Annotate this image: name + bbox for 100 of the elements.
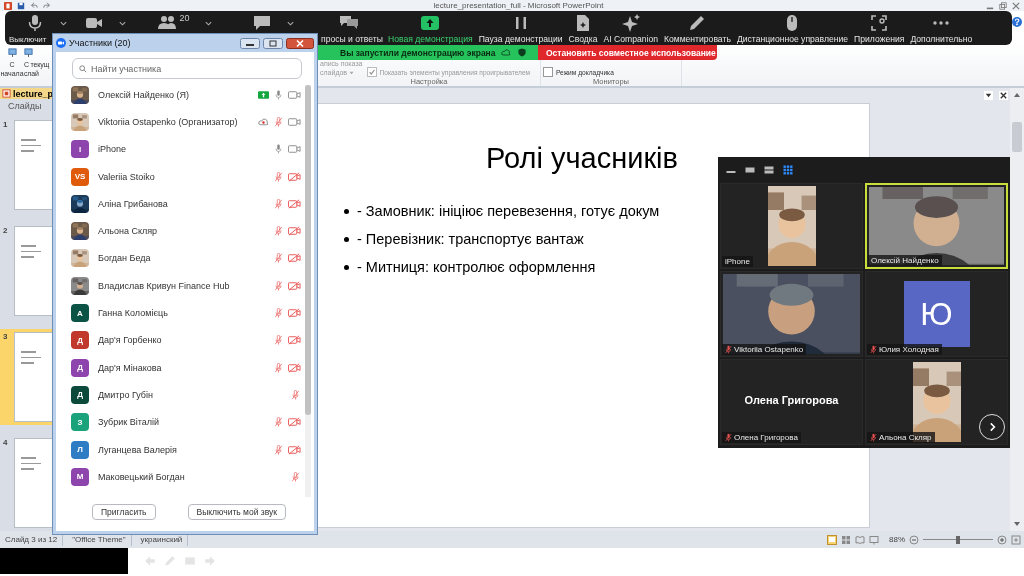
slider-thumb[interactable] xyxy=(956,535,960,544)
help-icon[interactable] xyxy=(1012,17,1022,27)
avatar: I xyxy=(71,140,89,159)
zoom-out-icon[interactable] xyxy=(909,534,919,545)
participant-name: iPhone xyxy=(98,144,128,155)
participant-name: Зубрик Віталій xyxy=(98,417,160,428)
toolbar-label[interactable]: Дополнительно xyxy=(910,33,973,46)
avatar: Ю xyxy=(903,281,970,347)
participant-name: Олексій Найденко (Я) xyxy=(98,89,191,100)
slide-row[interactable]: 4 xyxy=(0,435,52,531)
slide-row[interactable]: 2 xyxy=(0,223,52,319)
down-arrow-icon[interactable] xyxy=(1013,521,1021,527)
slide-number: 4 xyxy=(3,438,9,449)
document-tab[interactable]: lecture_p xyxy=(0,88,52,99)
slide-thumbnail[interactable] xyxy=(14,438,52,528)
participant-name: Viktoriia Ostapenko (Организатор) xyxy=(98,116,239,127)
slide-number: 2 xyxy=(3,226,9,237)
participant-name: iPhone xyxy=(725,257,750,266)
participant-name: Владислав Кривун Finance Hub xyxy=(98,280,231,291)
close-icon[interactable] xyxy=(999,90,1008,100)
chat-icon[interactable] xyxy=(251,13,272,33)
shield-icon xyxy=(517,48,528,57)
bullet-icon xyxy=(344,236,349,242)
share-screen-icon[interactable] xyxy=(420,13,441,33)
window-title: lecture_presentation_full - Microsoft PowerPoint xyxy=(433,0,604,11)
toolbar-label[interactable]: Приложения xyxy=(854,33,905,46)
participant-name: Олена Григорова xyxy=(734,433,798,442)
stop-sharing-button[interactable]: Остановить совместное использование xyxy=(538,45,717,60)
up-arrow-icon[interactable] xyxy=(1013,92,1021,98)
dropdown-icon[interactable] xyxy=(984,90,993,100)
participant-name: Олексій Найденко xyxy=(871,256,939,265)
slide-row[interactable]: 3 xyxy=(0,329,52,425)
participant-name: Альона Скляр xyxy=(98,226,159,237)
view-button[interactable] xyxy=(783,165,793,175)
slide-title: Ролі учасників xyxy=(486,142,678,174)
slide-row[interactable]: 1 xyxy=(0,117,52,213)
slide-thumbnail[interactable] xyxy=(14,332,52,422)
sharing-status-text: Вы запустили демонстрацию экрана xyxy=(340,47,496,58)
toolbar-label[interactable]: просы и ответы xyxy=(321,33,383,46)
toolbar-label[interactable]: AI Companion xyxy=(603,33,658,46)
participant-name: Дар'я Мінакова xyxy=(98,362,163,373)
undo-icon[interactable] xyxy=(30,1,38,10)
checkbox[interactable] xyxy=(543,67,553,77)
projector-icon xyxy=(24,48,33,57)
view-button[interactable] xyxy=(764,165,774,175)
participant-name: Маковецький Богдан xyxy=(98,471,186,482)
normal-view-icon[interactable] xyxy=(827,534,837,545)
bullet-icon xyxy=(344,264,349,270)
avatar: Д xyxy=(71,385,89,404)
save-icon[interactable] xyxy=(17,1,25,10)
participant-name: Аліна Грибанова xyxy=(98,198,169,209)
avatar: Д xyxy=(71,331,89,350)
toolbar-label[interactable]: Дистанционное управление xyxy=(736,33,849,46)
slide-thumbnail[interactable] xyxy=(14,226,52,316)
slide-number: 1 xyxy=(3,120,9,131)
toolbar-label[interactable]: Пауза демонстрации xyxy=(478,33,563,46)
toolbar-label[interactable]: Сводка xyxy=(568,33,598,46)
minimize-button[interactable] xyxy=(240,37,260,49)
participant-name: Юлия Холодная xyxy=(879,345,939,354)
scrollbar-thumb[interactable] xyxy=(1012,122,1022,152)
slide-number: 3 xyxy=(3,332,9,343)
slide-thumbnail[interactable] xyxy=(14,120,52,210)
participant-name: Viktoriia Ostapenko xyxy=(734,345,804,354)
sorter-view-icon[interactable] xyxy=(841,534,851,545)
toolbar-label[interactable]: Новая демонстрация xyxy=(388,33,473,46)
slides-tab[interactable]: Слайды xyxy=(0,99,52,113)
zoom-slider[interactable] xyxy=(923,534,993,545)
zoom-level[interactable]: 88% xyxy=(889,535,905,544)
restore-icon[interactable] xyxy=(999,1,1007,10)
zoom-in-icon[interactable] xyxy=(997,534,1007,545)
cloud-icon xyxy=(501,48,512,57)
caret-icon xyxy=(349,70,355,75)
window-title: Участники (20) xyxy=(69,38,132,48)
participant-name: Альона Скляр xyxy=(879,433,932,442)
participant-name: Дар'я Горбенко xyxy=(98,335,163,346)
bullet-icon xyxy=(344,208,349,214)
video-camera-icon xyxy=(56,38,66,48)
view-button[interactable] xyxy=(745,165,755,175)
close-button[interactable] xyxy=(286,37,314,49)
toolbar-label[interactable]: Комментировать xyxy=(663,33,731,46)
bullet-text: - Митниця: контролює оформлення xyxy=(357,259,596,275)
search-field[interactable]: Найти участника xyxy=(72,58,302,79)
avatar: А xyxy=(71,304,89,322)
redo-icon[interactable] xyxy=(43,1,51,10)
apps-icon[interactable] xyxy=(869,13,890,33)
slideshow-icon[interactable] xyxy=(869,534,879,545)
search-icon xyxy=(79,65,87,73)
footer-button[interactable]: Выключить мой звук xyxy=(187,504,286,520)
participant-name: Луганцева Валерія xyxy=(98,444,178,455)
scrollbar[interactable] xyxy=(305,85,311,497)
participant-name: Ганна Коломієць xyxy=(98,308,169,318)
avatar: Д xyxy=(71,358,89,377)
participant-count: 20 xyxy=(179,13,190,23)
avatar: VS xyxy=(71,167,89,186)
participant-name: Valeriia Stoiko xyxy=(98,171,156,182)
bullet-text: - Замовник: ініціює перевезення, готує докум xyxy=(357,203,660,219)
toolbar-label[interactable]: Выключит xyxy=(9,33,47,46)
footer-button[interactable]: Пригласить xyxy=(92,504,156,520)
avatar: Л xyxy=(71,440,89,459)
avatar: З xyxy=(71,413,89,432)
